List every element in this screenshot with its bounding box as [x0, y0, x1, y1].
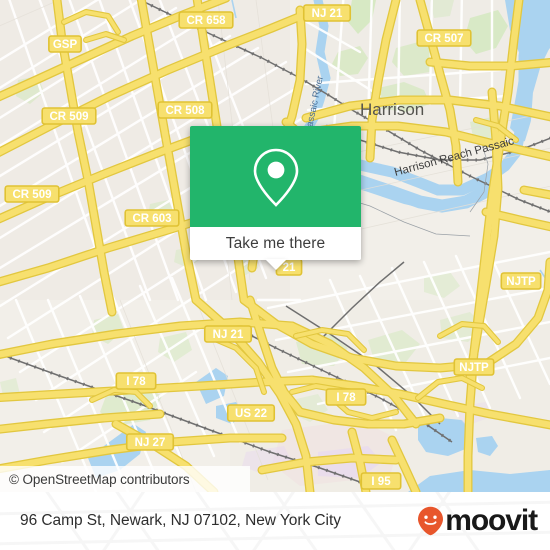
osm-attribution[interactable]: © OpenStreetMap contributors: [0, 466, 250, 492]
address-label: 96 Camp St, Newark, NJ 07102, New York C…: [20, 512, 341, 529]
location-popup-card[interactable]: Take me there: [190, 126, 361, 270]
osm-attribution-text: © OpenStreetMap contributors: [9, 471, 190, 487]
route-shield-label: NJ 27: [135, 437, 166, 449]
moovit-wordmark: moovit: [445, 504, 538, 537]
route-shield-label: CR 509: [13, 189, 52, 201]
route-shield-label: GSP: [53, 39, 78, 51]
route-shield-label: CR 507: [425, 33, 464, 45]
place-label: Harrison: [360, 100, 424, 119]
route-shield-label: I 78: [126, 376, 146, 388]
map-pin-icon: [250, 146, 302, 208]
route-shield-label: CR 658: [187, 15, 227, 27]
popup-header: [190, 126, 361, 227]
moovit-pin-icon: [417, 506, 444, 536]
take-me-there-label: Take me there: [225, 234, 326, 252]
place-label-group: Harrison: [360, 100, 424, 119]
map-canvas[interactable]: .land { fill:#f2efe9; } .water { fill:#a…: [0, 0, 550, 492]
moovit-map-share-screen: .land { fill:#f2efe9; } .water { fill:#a…: [0, 0, 550, 550]
route-shield-label: I 95: [371, 476, 391, 488]
route-shield-label: CR 603: [133, 213, 172, 225]
route-shield-label: NJTP: [506, 276, 536, 288]
route-shield-label: US 22: [235, 408, 267, 420]
route-shield-label: CR 509: [50, 111, 89, 123]
moovit-logo[interactable]: moovit: [417, 504, 538, 537]
footer-bar: 96 Camp St, Newark, NJ 07102, New York C…: [0, 492, 550, 550]
popup-pointer-arrow: [264, 259, 287, 270]
route-shield-label: NJTP: [459, 362, 489, 374]
popup-action-bar[interactable]: Take me there: [190, 227, 361, 260]
route-shield-label: NJ 21: [213, 329, 244, 341]
route-shield-label: NJ 21: [312, 8, 343, 20]
route-shield-label: I 78: [336, 392, 356, 404]
route-shield-label: CR 508: [166, 105, 206, 117]
